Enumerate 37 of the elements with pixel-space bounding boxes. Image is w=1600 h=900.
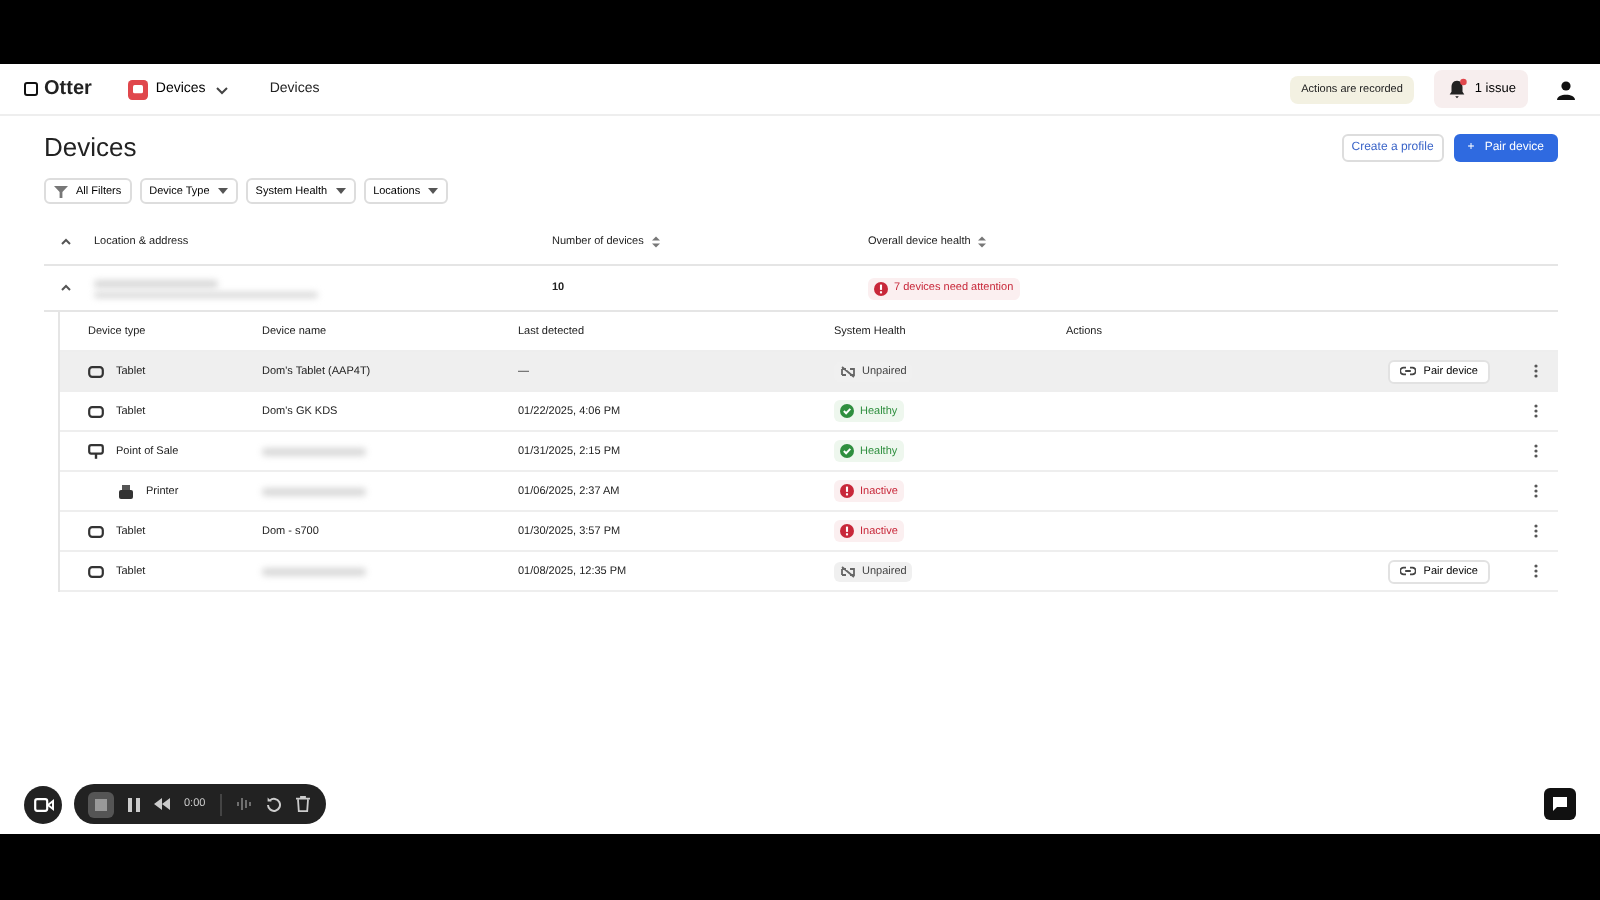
tablet-icon — [88, 565, 104, 577]
alert-icon — [840, 484, 854, 498]
trash-icon[interactable] — [295, 796, 310, 812]
caret-icon — [217, 187, 228, 195]
caret-icon — [335, 187, 346, 195]
reset-icon[interactable] — [265, 796, 282, 812]
chat-button[interactable] — [1544, 788, 1576, 820]
tablet-icon — [88, 405, 104, 417]
stop-icon[interactable] — [88, 791, 114, 817]
pause-icon[interactable] — [128, 797, 140, 811]
logo[interactable]: Otter — [24, 78, 92, 100]
unlink-icon — [840, 565, 856, 577]
waveform-icon[interactable] — [235, 796, 252, 812]
tablet-icon — [88, 525, 104, 537]
check-icon — [840, 404, 854, 418]
unlink-icon — [840, 365, 856, 377]
terminal-icon — [88, 443, 104, 459]
alert-icon — [840, 524, 854, 538]
video-camera-icon — [33, 797, 53, 811]
camera-button[interactable] — [24, 785, 62, 823]
app-icon — [127, 79, 148, 99]
check-icon — [840, 444, 854, 458]
page-title: Devices — [44, 132, 137, 162]
link-icon — [1399, 566, 1416, 576]
rewind-icon[interactable] — [154, 798, 170, 810]
chevron-down-icon — [213, 81, 230, 97]
tablet-icon — [88, 365, 104, 377]
sort-icon[interactable] — [978, 236, 987, 248]
alert-icon — [874, 281, 888, 295]
filter-icon — [54, 185, 68, 197]
user-icon[interactable] — [1556, 79, 1576, 99]
link-icon — [1399, 366, 1416, 376]
caret-icon — [428, 187, 439, 195]
printer-icon — [118, 483, 134, 499]
sort-icon[interactable] — [651, 236, 660, 248]
bell-icon — [1446, 78, 1469, 100]
chat-icon — [1552, 796, 1568, 812]
